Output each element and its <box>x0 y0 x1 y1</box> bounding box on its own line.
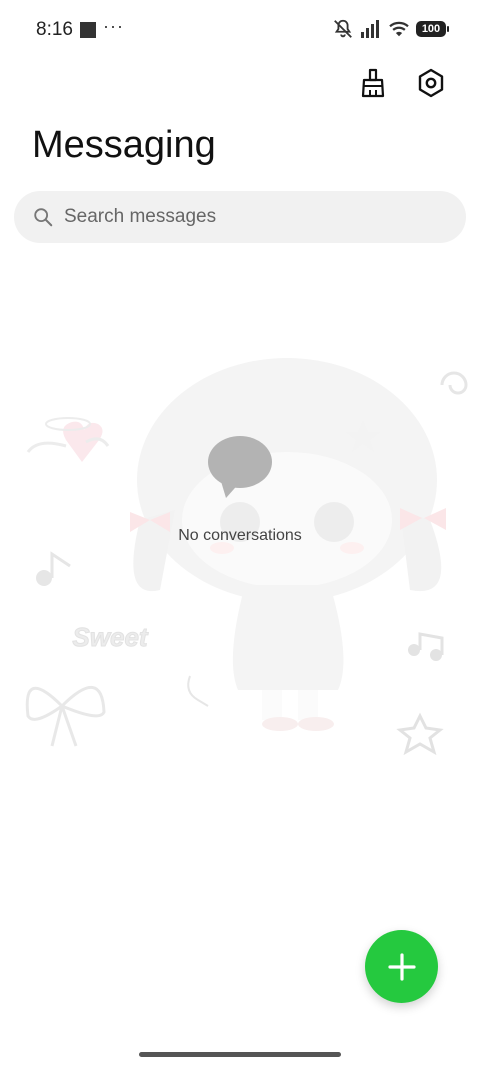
search-icon <box>34 208 53 227</box>
search-input[interactable] <box>62 205 426 229</box>
battery-icon: 100 <box>416 21 449 37</box>
empty-state-text: No conversations <box>178 527 302 544</box>
settings-hexagon-icon <box>418 68 444 98</box>
empty-state-illustration: Sweet <box>25 358 468 756</box>
status-icons: 100 <box>332 18 449 40</box>
wifi-icon <box>389 21 409 37</box>
more-notifications-icon: ··· <box>103 16 124 36</box>
status-time: 8:16 <box>36 19 73 40</box>
broom-icon <box>361 68 385 98</box>
search-bar[interactable] <box>14 191 466 243</box>
sweet-watermark-text: Sweet <box>72 622 148 652</box>
new-message-button[interactable] <box>365 930 438 1003</box>
clean-button[interactable] <box>356 66 390 100</box>
settings-button[interactable] <box>414 66 448 100</box>
bell-muted-icon <box>334 19 352 38</box>
notification-square-icon <box>80 22 96 38</box>
plus-icon <box>387 952 416 981</box>
status-bar: 8:16 ··· 100 <box>0 0 480 60</box>
signal-icon <box>361 20 379 38</box>
home-indicator[interactable] <box>139 1052 341 1057</box>
page-title: Messaging <box>32 124 216 166</box>
